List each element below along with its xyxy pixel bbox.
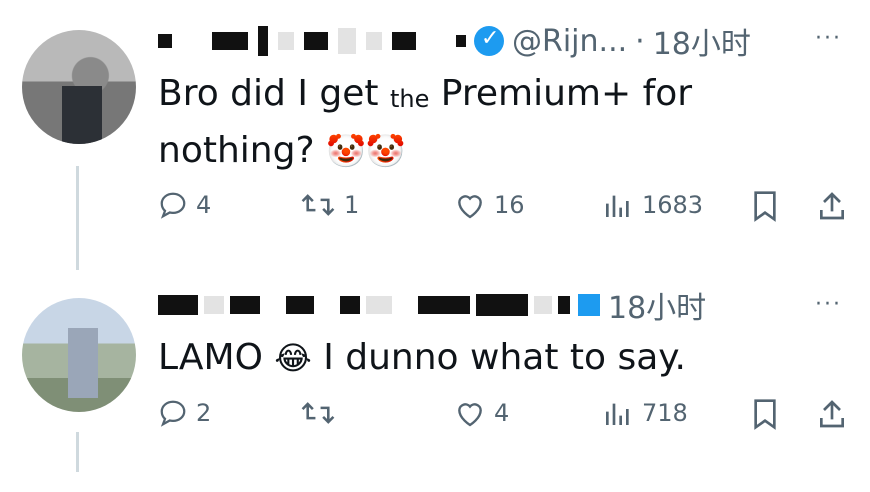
like-icon bbox=[458, 403, 482, 427]
display-name-redacted[interactable] bbox=[158, 26, 466, 56]
like-icon bbox=[458, 195, 482, 219]
views-icon bbox=[606, 195, 629, 217]
bookmark-icon bbox=[754, 399, 776, 430]
timestamp[interactable]: 18小时 bbox=[608, 283, 706, 327]
tweet-header: @Rijn... · 18小时 bbox=[158, 16, 751, 66]
retweet-button[interactable] bbox=[300, 398, 344, 428]
verified-icon bbox=[474, 26, 504, 56]
bookmark-button[interactable] bbox=[750, 190, 780, 222]
display-name-redacted[interactable] bbox=[158, 294, 570, 316]
thread-line bbox=[76, 432, 79, 472]
tweet-text: Bro did I get the Premium+ for nothing? … bbox=[158, 73, 693, 171]
reply-icon bbox=[160, 400, 186, 427]
share-button[interactable] bbox=[816, 398, 848, 430]
reply-button[interactable]: 4 bbox=[158, 190, 211, 220]
tweet[interactable]: @Rijn... · 18小时 ··· Bro did I get the Pr… bbox=[0, 0, 870, 280]
retweet-button[interactable]: 1 bbox=[300, 190, 359, 220]
share-button[interactable] bbox=[816, 190, 848, 222]
clown-emoji: 🤡🤡 bbox=[326, 132, 406, 170]
views-button[interactable]: 718 bbox=[602, 398, 688, 428]
reply-button[interactable]: 2 bbox=[158, 398, 211, 428]
views-icon bbox=[606, 403, 629, 425]
separator: · bbox=[635, 23, 645, 59]
avatar[interactable] bbox=[22, 30, 136, 144]
avatar[interactable] bbox=[22, 298, 136, 412]
tweet-header: 18小时 bbox=[158, 280, 706, 330]
bookmark-button[interactable] bbox=[750, 398, 780, 430]
laughing-emoji: 😂 bbox=[274, 339, 312, 377]
bookmark-icon bbox=[754, 191, 776, 222]
like-button[interactable]: 4 bbox=[454, 398, 509, 428]
verified-icon bbox=[578, 294, 600, 316]
like-button[interactable]: 16 bbox=[454, 190, 525, 220]
retweet-icon bbox=[301, 194, 335, 216]
handle[interactable]: @Rijn... bbox=[512, 24, 627, 59]
reply-icon bbox=[160, 192, 186, 219]
share-icon bbox=[820, 400, 844, 428]
tweet-text: LAMO 😂 I dunno what to say. bbox=[158, 337, 686, 378]
action-bar: 2 4 718 bbox=[158, 398, 848, 438]
timestamp[interactable]: 18小时 bbox=[653, 19, 751, 63]
tweet[interactable]: 18小时 ··· LAMO 😂 I dunno what to say. 2 4… bbox=[0, 280, 870, 492]
share-icon bbox=[820, 192, 844, 220]
views-button[interactable]: 1683 bbox=[602, 190, 703, 220]
retweet-icon bbox=[301, 402, 335, 424]
action-bar: 4 1 16 1683 bbox=[158, 190, 848, 230]
thread-line bbox=[76, 166, 79, 270]
more-icon[interactable]: ··· bbox=[815, 26, 842, 51]
more-icon[interactable]: ··· bbox=[815, 292, 842, 317]
reply-thread: @Rijn... · 18小时 ··· Bro did I get the Pr… bbox=[0, 0, 870, 492]
